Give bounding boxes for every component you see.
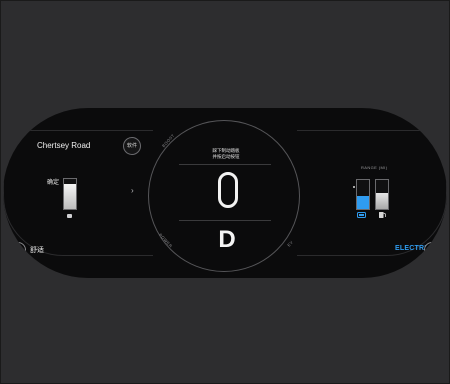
- software-button[interactable]: 软件: [123, 137, 141, 155]
- fuel-range-gauge-fill: [376, 193, 388, 209]
- range-marker-dot: [353, 186, 355, 188]
- mode-p-button[interactable]: P: [424, 242, 440, 258]
- battery-range-gauge: [356, 179, 370, 210]
- battery-charge-icon: [357, 212, 366, 218]
- mode-h-button[interactable]: H: [10, 242, 26, 258]
- confirm-label: 确定: [47, 180, 60, 186]
- battery-range-gauge-fill: [357, 195, 369, 209]
- right-panel-frame: [297, 130, 447, 256]
- gear-indicator: D: [218, 226, 236, 253]
- speed-readout: [218, 172, 238, 208]
- fuel-gauge-icon: [67, 214, 72, 218]
- dial-divider-bottom: [179, 220, 271, 221]
- left-level-gauge: [63, 178, 77, 210]
- start-instruction-line-2: 并按启动按钮: [212, 154, 240, 159]
- range-label: RANGE (MI): [361, 165, 388, 170]
- start-instruction: 踩下制动踏板 并按启动按钮: [203, 148, 249, 160]
- dial-label-ev: EV: [286, 239, 295, 248]
- instrument-cluster: BOOST POWER EV Chertsey Road 软件 确定 › 踩下制…: [3, 108, 447, 278]
- fuel-pump-icon: [379, 212, 386, 218]
- chevron-right-icon[interactable]: ›: [131, 186, 134, 195]
- fuel-range-gauge: [375, 179, 389, 210]
- drive-mode-comfort: 舒适: [30, 247, 44, 254]
- road-name: Chertsey Road: [37, 141, 91, 150]
- left-level-gauge-fill: [64, 183, 76, 209]
- dial-divider-top: [179, 164, 271, 165]
